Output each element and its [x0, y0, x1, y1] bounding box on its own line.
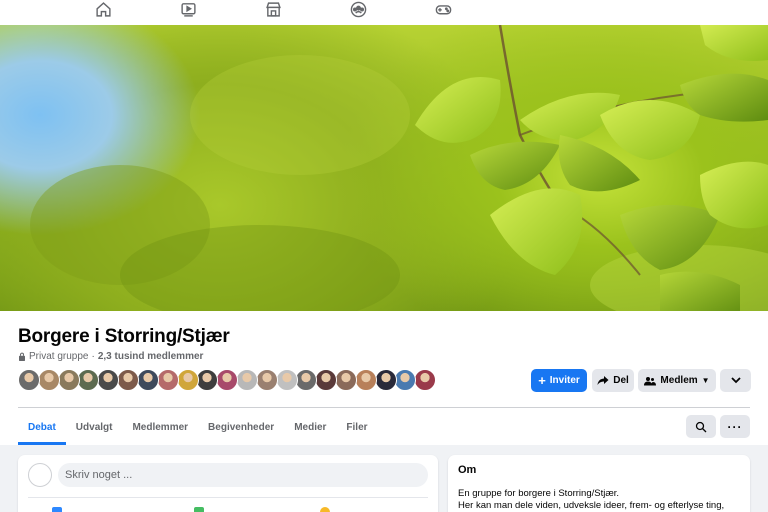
feeling-icon[interactable] [320, 507, 330, 512]
member-label: Medlem [660, 375, 698, 386]
member-avatar[interactable] [335, 369, 357, 391]
member-avatar[interactable] [136, 369, 159, 391]
more-options-button[interactable]: ··· [720, 415, 750, 438]
membership-button[interactable]: Medlem ▼ [638, 369, 716, 392]
member-avatar[interactable] [57, 369, 80, 391]
watch-icon[interactable] [179, 0, 197, 18]
member-avatar[interactable] [295, 369, 318, 391]
tab-filer[interactable]: Filer [336, 409, 377, 445]
invite-button[interactable]: + Inviter [531, 369, 587, 392]
member-avatar[interactable] [196, 369, 219, 391]
member-avatar[interactable] [37, 369, 60, 391]
photo-video-icon[interactable] [194, 507, 204, 512]
member-avatar[interactable] [315, 369, 338, 391]
home-icon[interactable] [94, 0, 112, 18]
ellipsis-icon: ··· [727, 419, 743, 434]
member-avatar[interactable] [275, 369, 298, 391]
leaves-illustration [30, 25, 768, 311]
top-navigation [0, 0, 768, 25]
composer-input[interactable]: Skriv noget ... [58, 463, 428, 487]
caret-down-icon: ▼ [701, 376, 710, 385]
member-avatar[interactable] [414, 369, 437, 391]
share-button[interactable]: Del [592, 369, 634, 392]
about-card: Om En gruppe for borgere i Storring/Stjæ… [448, 455, 750, 512]
about-title: Om [458, 464, 477, 476]
about-line-2: Her kan man dele viden, udveksle ideer, … [458, 500, 725, 511]
post-composer: Skriv noget ... [18, 455, 438, 512]
anonymous-post-icon[interactable] [52, 507, 62, 512]
member-avatars [18, 369, 437, 391]
header-divider [18, 407, 750, 408]
member-avatar[interactable] [235, 369, 258, 391]
lock-icon [19, 352, 25, 361]
member-avatar[interactable] [156, 369, 179, 391]
avatar[interactable] [28, 463, 52, 487]
member-avatar[interactable] [176, 369, 199, 391]
expand-button[interactable] [720, 369, 751, 392]
group-meta: Privat gruppe · 2,3 tusind medlemmer [18, 351, 203, 362]
page-title[interactable]: Borgere i Storring/Stjær [18, 326, 230, 348]
composer-placeholder: Skriv noget ... [65, 469, 133, 481]
search-button[interactable] [686, 415, 716, 438]
search-icon [695, 421, 707, 432]
tab-udvalgt[interactable]: Udvalgt [66, 409, 123, 445]
privacy-label: Privat gruppe [29, 351, 89, 362]
tab-medlemmer[interactable]: Medlemmer [122, 409, 198, 445]
chevron-down-icon [730, 377, 741, 384]
member-avatar[interactable] [374, 369, 397, 391]
member-avatar[interactable] [354, 369, 377, 391]
marketplace-icon[interactable] [264, 0, 282, 18]
member-avatar[interactable] [255, 369, 278, 391]
group-tabs: Debat Udvalgt Medlemmer Begivenheder Medier F… [18, 409, 378, 445]
group-header: Borgere i Storring/Stjær Privat gruppe ·… [0, 311, 768, 445]
members-icon [644, 376, 657, 385]
tab-begivenheder[interactable]: Begivenheder [198, 409, 284, 445]
groups-icon[interactable] [349, 0, 367, 18]
tab-debat[interactable]: Debat [18, 409, 66, 445]
member-avatar[interactable] [97, 369, 120, 391]
member-avatar[interactable] [77, 369, 100, 391]
meta-separator: · [91, 351, 95, 362]
plus-icon: + [538, 372, 546, 388]
composer-divider [28, 497, 428, 498]
share-icon [597, 376, 609, 385]
member-avatar[interactable] [18, 369, 40, 391]
member-avatar[interactable] [117, 369, 140, 391]
gaming-icon[interactable] [434, 0, 452, 18]
tab-medier[interactable]: Medier [284, 409, 336, 445]
member-avatar[interactable] [394, 369, 417, 391]
share-label: Del [613, 375, 629, 386]
invite-label: Inviter [549, 375, 580, 386]
cover-photo [0, 25, 768, 311]
about-line-1: En gruppe for borgere i Storring/Stjær. [458, 488, 620, 499]
member-avatar[interactable] [216, 369, 239, 391]
members-count[interactable]: 2,3 tusind medlemmer [98, 351, 204, 362]
